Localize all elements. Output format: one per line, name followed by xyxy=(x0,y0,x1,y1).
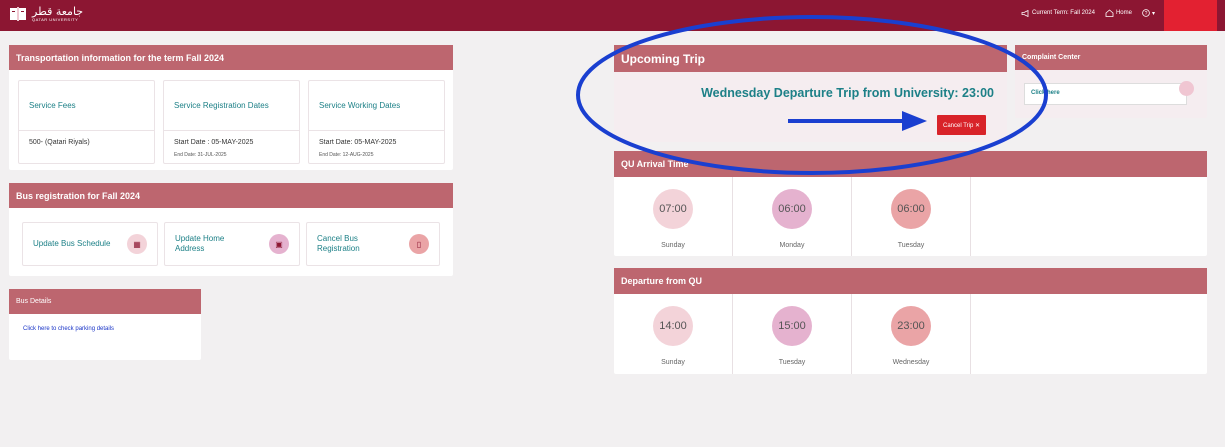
highlight-arrow-head xyxy=(902,111,927,131)
highlight-ellipse xyxy=(576,15,1048,175)
annotation-overlay xyxy=(576,15,1048,175)
